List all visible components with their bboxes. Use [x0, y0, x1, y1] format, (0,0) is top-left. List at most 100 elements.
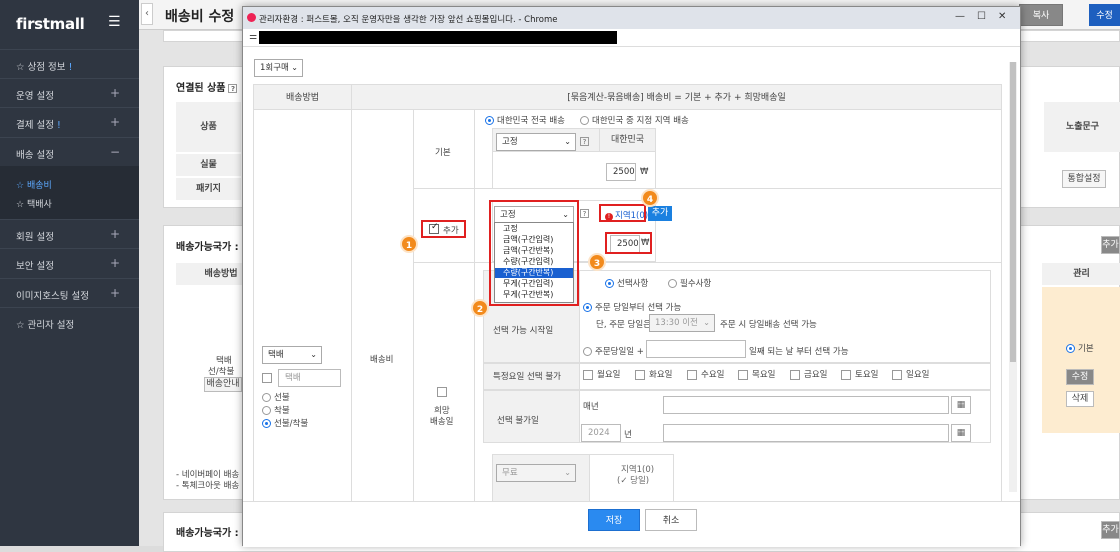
- copy-button[interactable]: 복사: [1019, 4, 1063, 26]
- order-count-select[interactable]: 1회구매 ⌄: [254, 59, 303, 77]
- weekday-checkbox[interactable]: 일요일: [892, 368, 929, 380]
- cancel-button[interactable]: 취소: [645, 509, 697, 531]
- alert-mark: !: [57, 120, 61, 131]
- sidebar-item-label: 회원 설정: [16, 232, 54, 243]
- highlight-add-checkbox: [421, 220, 466, 238]
- sameday-detail-a: 단, 주문 당일은: [596, 320, 652, 330]
- radio-label: 주문 당일부터 선택 가능: [595, 303, 682, 313]
- radio-specific-region[interactable]: 대한민국 중 지정 지역 배송: [580, 114, 689, 126]
- weekday-checkbox[interactable]: 월요일: [583, 368, 620, 380]
- radio-prepaid[interactable]: 선불: [262, 391, 290, 403]
- save-button[interactable]: 저장: [588, 509, 640, 531]
- th-expose: 노출문구: [1044, 102, 1120, 152]
- weekday-label: 토요일: [855, 370, 879, 380]
- submenu-item-fee[interactable]: ☆ 배송비: [16, 178, 52, 191]
- note-talkcheckout: - 톡체크아웃 배송: [176, 481, 240, 491]
- radio-plus-days[interactable]: 주문당일일 +: [583, 345, 644, 357]
- dropdown-option[interactable]: 금액(구간반복): [495, 246, 573, 256]
- weekday-checkbox[interactable]: 목요일: [738, 368, 775, 380]
- sidebar-item-payment[interactable]: 결제 설정 ! +: [0, 107, 139, 136]
- radio-both[interactable]: 선불/착불: [262, 417, 308, 429]
- add-country-button-2[interactable]: 추가: [1101, 521, 1120, 539]
- basic-fixed-select[interactable]: 고정 ⌄: [496, 133, 576, 151]
- calendar-icon[interactable]: ▦: [951, 396, 971, 414]
- add-country-button[interactable]: 추가: [1101, 236, 1120, 254]
- row-package: 패키지: [176, 178, 241, 200]
- radio-icon: [262, 419, 271, 428]
- time-select[interactable]: 13:30 이전 ⌄: [649, 314, 715, 332]
- radio-label: 대한민국 전국 배송: [497, 116, 565, 126]
- sidebar-item-store-info[interactable]: ☆ 상점 정보 !: [0, 49, 139, 78]
- redacted-url: [259, 31, 617, 44]
- close-icon[interactable]: ✕: [998, 11, 1006, 22]
- delivery-guide-button[interactable]: 배송안내: [204, 377, 242, 392]
- plus-days-input[interactable]: [646, 340, 746, 358]
- help-icon[interactable]: ?: [580, 137, 589, 146]
- dropdown-option-highlighted[interactable]: 수량(구간반복): [495, 268, 573, 278]
- menu-icon[interactable]: ☰: [108, 14, 121, 30]
- radio-cod[interactable]: 착불: [262, 404, 290, 416]
- sidebar-item-image-hosting[interactable]: 이미지호스팅 설정 +: [0, 278, 139, 307]
- plus-icon: +: [110, 286, 121, 300]
- dropdown-option[interactable]: 무게(구간입력): [495, 279, 573, 289]
- select-value: 택배: [268, 350, 284, 360]
- scrollbar[interactable]: [1009, 62, 1017, 492]
- address-bar[interactable]: ⚌: [243, 29, 1020, 47]
- sameday-radio[interactable]: (✓ 당일): [617, 474, 649, 486]
- date-input[interactable]: [663, 424, 949, 442]
- select-value: 13:30 이전: [655, 318, 698, 328]
- hope-label-cell: [413, 262, 475, 501]
- dropdown-option[interactable]: 금액(구간입력): [495, 235, 573, 245]
- annotation-badge-4: 4: [641, 189, 659, 207]
- sidebar-item-delivery[interactable]: 배송 설정 −: [0, 137, 139, 166]
- calendar-icon[interactable]: ▦: [951, 424, 971, 442]
- year-input[interactable]: 2024: [581, 424, 621, 442]
- total-setting-button[interactable]: 통합설정: [1062, 170, 1106, 188]
- back-button[interactable]: ‹: [141, 3, 153, 25]
- dropdown-option[interactable]: 무게(구간반복): [495, 290, 573, 300]
- radio-label: 선택사항: [617, 279, 649, 289]
- weekday-checkbox[interactable]: 토요일: [841, 368, 878, 380]
- radio-nationwide[interactable]: 대한민국 전국 배송: [485, 114, 565, 126]
- sidebar-item-operation[interactable]: 운영 설정 +: [0, 78, 139, 107]
- site-info-icon[interactable]: ⚌: [249, 32, 257, 42]
- help-icon[interactable]: ?: [580, 209, 589, 218]
- sidebar-item-member[interactable]: 회원 설정 +: [0, 219, 139, 248]
- weekday-label: 월요일: [597, 370, 621, 380]
- sidebar-item-security[interactable]: 보안 설정 +: [0, 248, 139, 277]
- default-radio[interactable]: 기본: [1066, 342, 1094, 354]
- scrollbar-thumb[interactable]: [1010, 62, 1016, 362]
- every-year-input[interactable]: [663, 396, 949, 414]
- checkbox-icon: [687, 369, 697, 380]
- radio-label: 주문당일일 +: [595, 347, 644, 357]
- edit-button[interactable]: 수정: [1066, 369, 1094, 385]
- method-select[interactable]: 택배 ⌄: [262, 346, 322, 364]
- weekday-checkbox[interactable]: 금요일: [790, 368, 827, 380]
- weekday-checkbox[interactable]: 화요일: [635, 368, 672, 380]
- hope-date-checkbox[interactable]: [437, 387, 447, 397]
- sidebar-item-admin[interactable]: ☆ 관리자 설정: [0, 307, 139, 336]
- delete-button[interactable]: 삭제: [1066, 391, 1094, 407]
- dropdown-option[interactable]: 고정: [495, 224, 573, 234]
- method-custom-input[interactable]: 택배: [278, 369, 341, 387]
- select-value: 1회구매: [260, 63, 289, 73]
- help-icon[interactable]: ?: [228, 83, 238, 93]
- dropdown-option[interactable]: 수량(구간입력): [495, 257, 573, 267]
- save-main-button[interactable]: 수정: [1089, 4, 1120, 26]
- submenu-item-courier[interactable]: ☆ 택배사: [16, 197, 52, 210]
- radio-sameday[interactable]: 주문 당일부터 선택 가능: [583, 301, 681, 313]
- basic-amount-input[interactable]: 2500: [606, 163, 636, 181]
- weekday-checkbox[interactable]: 수요일: [687, 368, 724, 380]
- radio-optional[interactable]: 선택사항: [605, 277, 648, 289]
- chrome-favicon: [247, 13, 256, 22]
- minimize-icon[interactable]: —: [955, 11, 965, 22]
- maximize-icon[interactable]: ☐: [977, 11, 986, 22]
- th-manage: 관리: [1042, 263, 1120, 285]
- method-custom-checkbox[interactable]: [262, 373, 272, 383]
- page-title: 배송비 수정: [165, 9, 235, 25]
- region-add-button[interactable]: 추가: [648, 206, 672, 221]
- add-type-dropdown-list[interactable]: 고정 금액(구간입력) 금액(구간반복) 수량(구간입력) 수량(구간반복) 무…: [494, 222, 574, 303]
- radio-required[interactable]: 필수사항: [668, 277, 711, 289]
- free-select[interactable]: 무료 ⌄: [496, 464, 576, 482]
- popup-title: 관리자환경 : 퍼스트몰, 오직 운영자만을 생각한 가장 앞선 쇼핑몰입니다.…: [259, 15, 558, 25]
